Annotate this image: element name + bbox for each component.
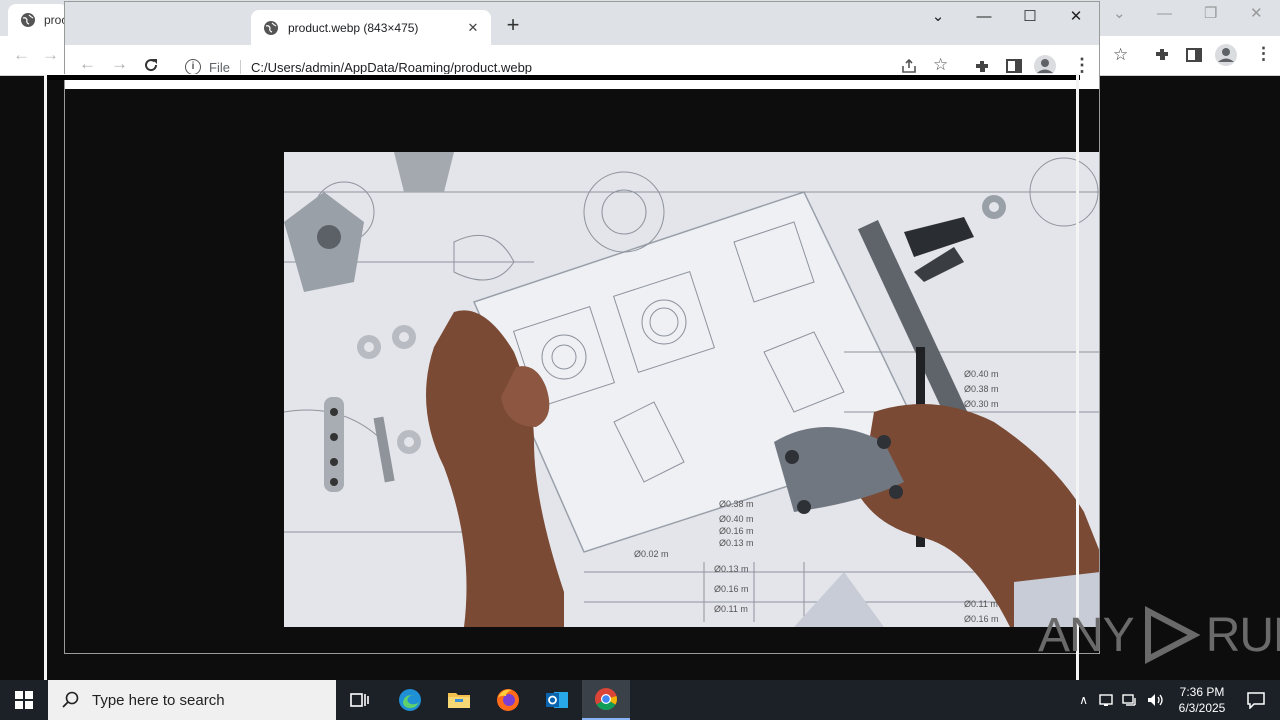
taskbar-clock[interactable]: 7:36 PM 6/3/2025	[1172, 684, 1232, 716]
tab-close-icon[interactable]: ✕	[465, 20, 481, 36]
svg-text:Ø0.16 m: Ø0.16 m	[714, 584, 749, 594]
back-profile-avatar-icon[interactable]	[1215, 44, 1237, 66]
folder-icon	[448, 693, 470, 708]
back-bookmark-star-icon[interactable]: ☆	[1113, 46, 1128, 63]
minimize-button[interactable]: —	[969, 8, 999, 26]
back-menu-kebab-icon[interactable]: ⋮	[1255, 45, 1272, 62]
windows-logo-icon	[15, 691, 33, 709]
clock-date: 6/3/2025	[1178, 701, 1226, 715]
edge-icon	[399, 689, 421, 711]
front-tab-strip: product.webp (843×475) ✕ + ⌄ — ☐ ✕	[65, 2, 1099, 45]
svg-text:Ø0.16 m: Ø0.16 m	[719, 526, 754, 536]
new-tab-button[interactable]: +	[501, 14, 525, 36]
device-icon[interactable]	[1098, 692, 1114, 708]
svg-text:Ø0.38 m: Ø0.38 m	[964, 384, 999, 394]
forward-arrow-icon[interactable]: →	[111, 55, 128, 72]
back-nav-forward-icon[interactable]: →	[42, 46, 59, 63]
overlay-window-top-edge	[44, 74, 1080, 80]
chrome-icon	[595, 688, 617, 710]
anyrun-watermark: ANY RUN	[1038, 605, 1280, 665]
windows-taskbar: Type here to search ∧ 7:36 PM 6/3/2025	[0, 680, 1280, 720]
chrome-menu-kebab-icon[interactable]: ⋮	[1073, 56, 1091, 74]
search-icon	[62, 691, 79, 708]
address-scheme-label: File	[209, 59, 241, 75]
back-extensions-icon[interactable]	[1153, 46, 1171, 64]
close-button[interactable]: ✕	[1061, 8, 1091, 26]
outlook-taskbar-button[interactable]	[533, 680, 581, 720]
file-explorer-taskbar-button[interactable]	[435, 680, 483, 720]
svg-text:Ø0.11 m: Ø0.11 m	[714, 604, 748, 614]
svg-text:Ø0.11 m: Ø0.11 m	[964, 599, 998, 609]
svg-text:Ø0.30 m: Ø0.30 m	[964, 399, 999, 409]
back-browser-tab[interactable]: proc	[8, 4, 68, 36]
network-icon[interactable]	[1122, 692, 1138, 708]
watermark-text-run: RUN	[1205, 608, 1280, 662]
back-tab-search-icon[interactable]: ⌄	[1113, 6, 1126, 21]
svg-text:Ø0.16 m: Ø0.16 m	[964, 614, 999, 624]
svg-text:Ø0.38 m: Ø0.38 m	[719, 499, 754, 509]
side-panel-icon[interactable]	[1006, 58, 1022, 74]
front-tab-title: product.webp (843×475)	[288, 20, 419, 35]
volume-icon[interactable]	[1146, 692, 1164, 708]
firefox-icon	[497, 689, 519, 711]
tab-search-dropdown-icon[interactable]: ⌄	[923, 8, 953, 26]
maximize-button[interactable]: ☐	[1015, 8, 1045, 26]
edge-taskbar-button[interactable]	[386, 680, 434, 720]
overlay-window-left-edge	[44, 74, 47, 720]
address-url-text[interactable]: C:/Users/admin/AppData/Roaming/product.w…	[251, 60, 532, 75]
product-image: Ø0.40 m Ø0.38 m Ø0.30 m Ø0.38 m Ø0.40 m Ø0.…	[284, 152, 1099, 627]
share-icon[interactable]	[901, 58, 917, 74]
globe-icon	[264, 20, 278, 35]
svg-text:Ø0.13 m: Ø0.13 m	[714, 564, 749, 574]
front-browser-toolbar: ← → i File C:/Users/admin/AppData/Roamin…	[65, 45, 1099, 89]
start-button[interactable]	[0, 680, 48, 720]
back-arrow-icon[interactable]: ←	[79, 55, 96, 72]
back-close-button[interactable]: ✕	[1250, 6, 1263, 21]
front-browser-window: product.webp (843×475) ✕ + ⌄ — ☐ ✕ ← → i…	[64, 1, 1100, 654]
chrome-taskbar-button[interactable]	[582, 680, 630, 720]
svg-text:Ø0.13 m: Ø0.13 m	[719, 538, 754, 548]
watermark-text-any: ANY	[1038, 608, 1135, 662]
system-tray: ∧ 7:36 PM 6/3/2025	[1079, 680, 1280, 720]
back-restore-button[interactable]: ❐	[1204, 6, 1217, 21]
bookmark-star-icon[interactable]: ☆	[933, 56, 948, 73]
tray-chevron-up-icon[interactable]: ∧	[1079, 693, 1088, 707]
clock-time: 7:36 PM	[1179, 685, 1225, 699]
engineering-blueprint-photo-icon: Ø0.40 m Ø0.38 m Ø0.30 m Ø0.38 m Ø0.40 m Ø0.…	[284, 152, 1099, 627]
back-minimize-button[interactable]: —	[1157, 6, 1172, 21]
back-nav-back-icon[interactable]: ←	[13, 46, 30, 63]
svg-text:Ø0.40 m: Ø0.40 m	[719, 514, 754, 524]
globe-icon	[21, 13, 35, 27]
task-view-button[interactable]	[336, 680, 384, 720]
site-info-icon[interactable]: i	[185, 59, 201, 75]
search-placeholder: Type here to search	[92, 691, 225, 709]
firefox-taskbar-button[interactable]	[484, 680, 532, 720]
reload-icon[interactable]	[143, 57, 159, 73]
outlook-icon	[546, 692, 568, 708]
svg-text:Ø0.02 m: Ø0.02 m	[634, 549, 669, 559]
taskbar-search-box[interactable]: Type here to search	[48, 680, 336, 720]
notifications-icon[interactable]	[1246, 691, 1266, 709]
task-view-icon	[350, 693, 369, 707]
play-triangle-icon	[1144, 606, 1200, 664]
back-side-panel-icon[interactable]	[1186, 47, 1202, 63]
svg-text:Ø0.40 m: Ø0.40 m	[964, 369, 999, 379]
front-active-tab[interactable]: product.webp (843×475) ✕	[251, 10, 491, 45]
